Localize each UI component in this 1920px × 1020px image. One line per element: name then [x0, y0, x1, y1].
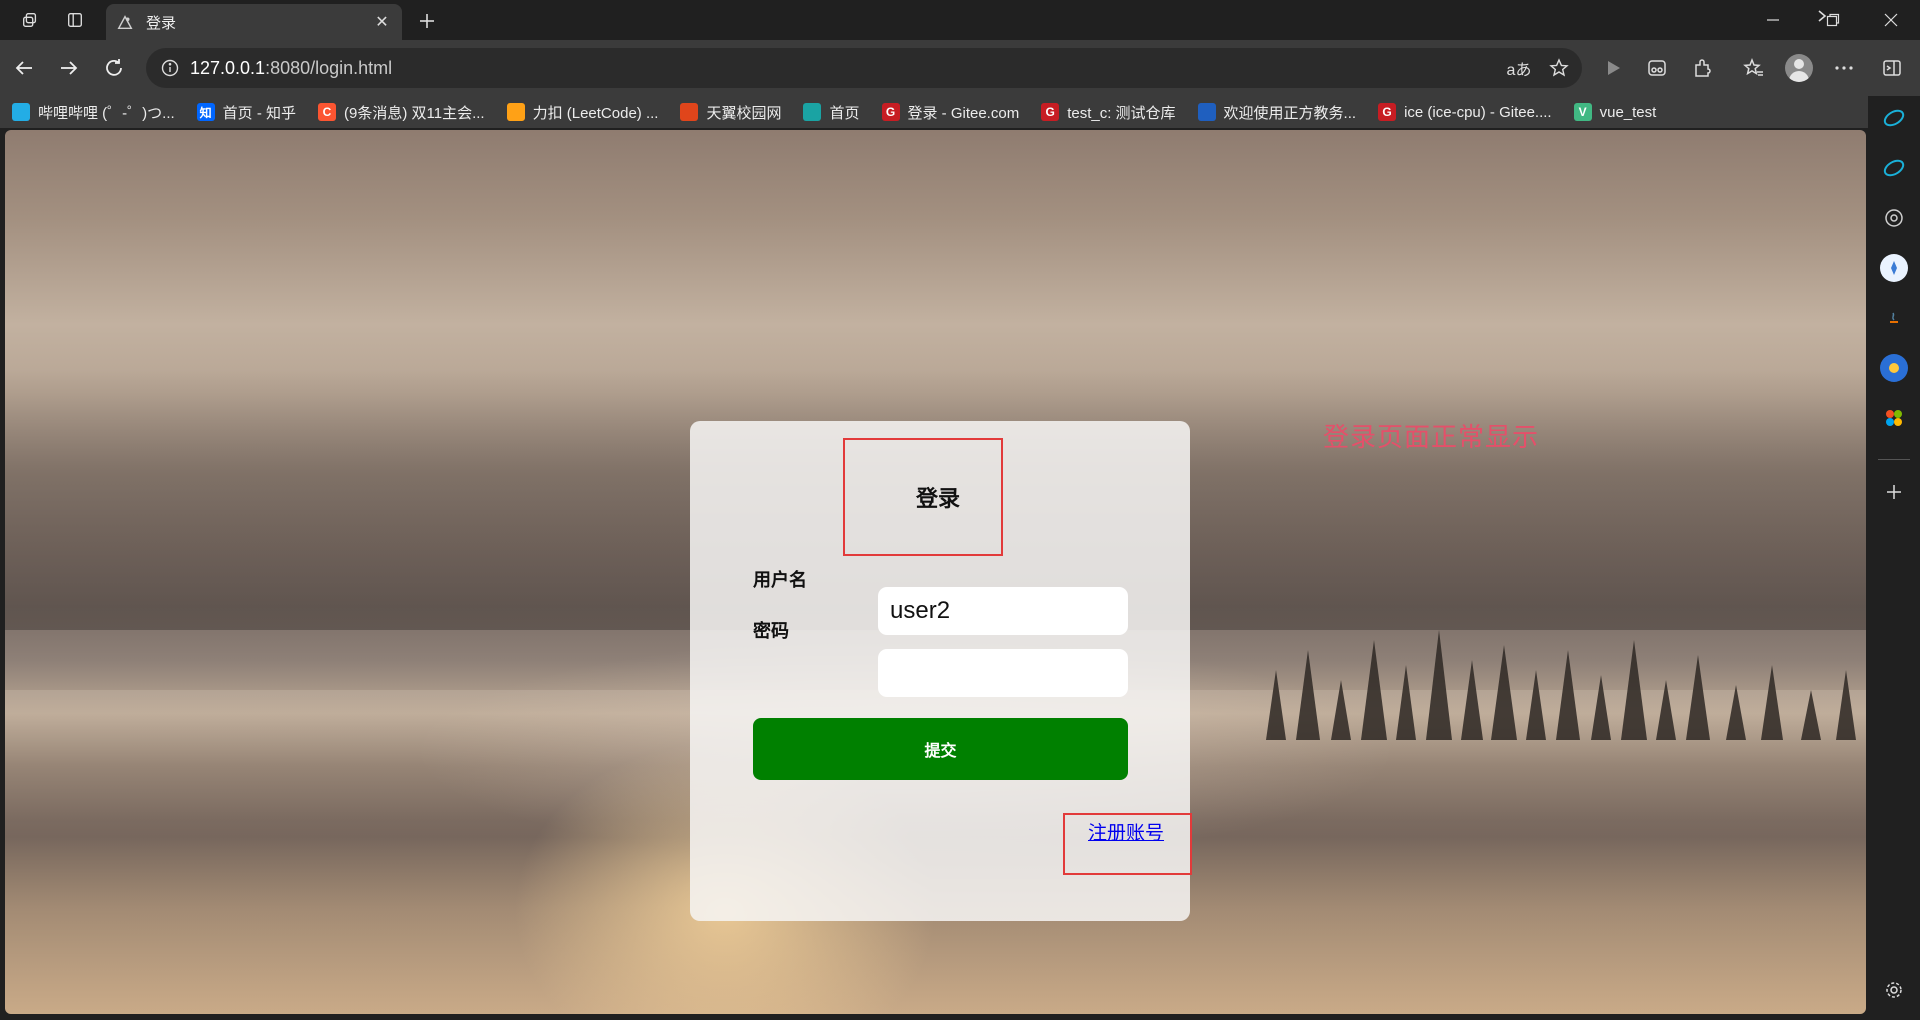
bookmark-item[interactable]: Vvue_test [1573, 103, 1657, 121]
sidebar-toggle-icon[interactable] [1876, 52, 1908, 84]
register-link[interactable]: 注册账号 [1088, 818, 1164, 845]
submit-button[interactable]: 提交 [753, 718, 1128, 780]
bookmark-item[interactable]: 首页 [803, 102, 860, 123]
sidebar-divider [1878, 459, 1910, 460]
username-label: 用户名 [753, 570, 807, 590]
refresh-icon[interactable] [96, 50, 132, 86]
extensions-icon[interactable] [1686, 52, 1718, 84]
bookmark-label: (9条消息) 双11主会... [344, 104, 485, 122]
bookmark-label: 首页 [829, 104, 860, 122]
bookmark-item[interactable]: 知首页 - 知乎 [196, 102, 296, 123]
title-highlight-box: 登录 [843, 438, 1003, 556]
site-info-icon[interactable] [150, 48, 190, 88]
active-tab[interactable]: 登录 ✕ [106, 4, 402, 40]
tianyi-icon [680, 103, 699, 121]
favorite-star-icon[interactable] [1544, 54, 1574, 82]
gitee-icon: G [1041, 103, 1060, 121]
bookmark-item[interactable]: 天翼校园网 [680, 102, 781, 123]
tab-favicon-icon [117, 15, 133, 30]
bookmark-label: 登录 - Gitee.com [907, 104, 1020, 122]
bookmark-item[interactable]: 力扣 (LeetCode) ... [506, 102, 659, 123]
bookmark-label: 欢迎使用正方教务... [1223, 104, 1357, 122]
url-text[interactable]: 127.0.0.1:8080/login.html [190, 58, 392, 79]
bookmark-item[interactable]: Gice (ice-cpu) - Gitee.... [1378, 103, 1552, 121]
password-input[interactable] [878, 649, 1128, 697]
bookmark-item[interactable]: 欢迎使用正方教务... [1197, 102, 1357, 123]
leaf-app-icon-2[interactable] [1880, 154, 1908, 182]
leaf-app-icon[interactable] [1880, 104, 1908, 132]
url-host: 127.0.0.1 [190, 57, 266, 78]
address-bar[interactable]: 127.0.0.1:8080/login.html aあ [146, 48, 1582, 88]
bookmarks-more-icon[interactable] [1810, 4, 1834, 28]
bookmark-label: 天翼校园网 [706, 104, 782, 122]
add-app-icon[interactable] [1880, 478, 1908, 506]
compass-app-icon[interactable] [1880, 254, 1908, 282]
bookmark-label: ice (ice-cpu) - Gitee.... [1404, 103, 1552, 121]
bookmarks-bar: 哔哩哔哩 (゜-゜)つ... 知首页 - 知乎 C (9条消息) 双11主会... 力扣… [0, 96, 1880, 128]
bilibili-icon [12, 103, 30, 121]
password-label: 密码 [753, 621, 789, 641]
login-title: 登录 [915, 486, 960, 511]
play-icon[interactable] [1597, 52, 1629, 84]
leetcode-icon [506, 103, 525, 121]
java-app-icon[interactable] [1880, 304, 1908, 332]
page-viewport: 登录页面正常显示 登录 用户名 密码 提交 注册账号 [5, 130, 1866, 1014]
bookmark-label: vue_test [1599, 103, 1657, 121]
zhengfang-icon [1197, 103, 1216, 121]
annotation-text: 登录页面正常显示 [1323, 422, 1540, 452]
immersive-reader-icon[interactable] [1641, 52, 1673, 84]
url-path: :8080/login.html [265, 57, 393, 78]
sidebar-settings-icon[interactable] [1880, 976, 1908, 1004]
forward-icon[interactable] [51, 50, 87, 86]
tab-title: 登录 [146, 14, 177, 32]
vue-icon: V [1573, 103, 1592, 121]
more-options-icon[interactable] [1828, 52, 1860, 84]
new-tab-icon[interactable] [412, 6, 442, 36]
tab-close-icon[interactable]: ✕ [372, 12, 392, 32]
close-window-icon[interactable] [1862, 0, 1920, 40]
bookmark-item[interactable]: Gtest_c: 测试仓库 [1041, 102, 1176, 123]
office-app-icon[interactable] [1880, 404, 1908, 432]
read-aloud-icon[interactable]: aあ [1504, 54, 1534, 82]
browser-toolbar: 127.0.0.1:8080/login.html aあ [0, 40, 1920, 96]
bookmark-item[interactable]: 哔哩哔哩 (゜-゜)つ... [12, 102, 175, 123]
profile-avatar[interactable] [1783, 52, 1815, 84]
back-icon[interactable] [6, 50, 42, 86]
background-trees [1266, 630, 1856, 740]
bookmark-label: 首页 - 知乎 [222, 104, 296, 122]
gitee-icon: G [881, 103, 900, 121]
games-app-icon[interactable] [1880, 354, 1908, 382]
vertical-tabs-icon[interactable] [54, 0, 96, 40]
bookmark-label: 哔哩哔哩 (゜-゜)つ... [38, 104, 175, 122]
minimize-icon[interactable] [1744, 0, 1802, 40]
bookmark-label: 力扣 (LeetCode) ... [532, 104, 659, 122]
chatgpt-icon[interactable] [1880, 204, 1908, 232]
gitee-icon: G [1378, 103, 1397, 121]
login-card: 登录 用户名 密码 提交 注册账号 [690, 421, 1192, 921]
tab-strip: 登录 ✕ [0, 0, 1920, 40]
bookmark-label: test_c: 测试仓库 [1067, 104, 1176, 122]
zhihu-icon: 知 [196, 103, 215, 121]
username-input[interactable] [878, 587, 1128, 635]
favorites-icon[interactable] [1738, 52, 1770, 84]
bookmark-item[interactable]: G 登录 - Gitee.com [881, 102, 1020, 123]
workspaces-icon[interactable] [9, 0, 51, 40]
bookmark-item[interactable]: C (9条消息) 双11主会... [318, 102, 485, 123]
csdn-icon: C [318, 103, 336, 121]
edge-sidebar [1868, 96, 1920, 1020]
leaf-icon [803, 103, 822, 121]
